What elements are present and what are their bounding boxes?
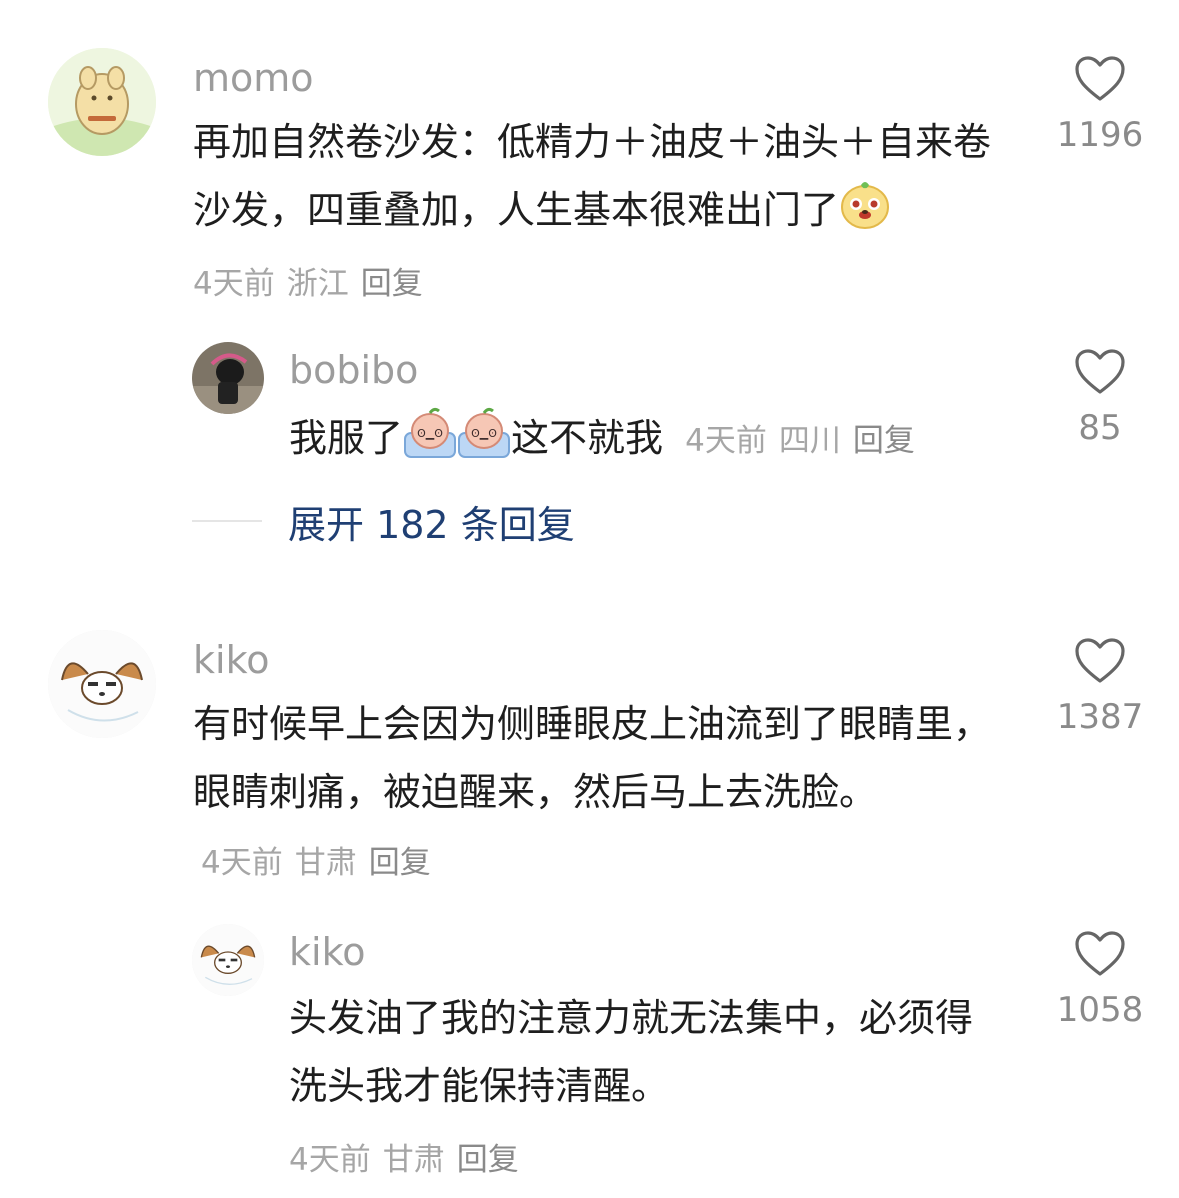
comment-body: 这不就我 [511,416,664,460]
timestamp: 4天前 [201,845,283,881]
comment-text: 头发油了我的注意力就无法集中，必须得洗头我才能保持清醒。 [289,984,1009,1120]
location: 甘肃 [382,1142,445,1178]
crying-peach-emoji: ʘ▁ʘ [403,407,457,480]
reply-button[interactable]: 回复 [361,266,423,302]
timestamp: 4天前 [289,1142,371,1178]
comment-body: 头发油了我的注意力就无法集中，必须得洗头我才能保持清醒。 [289,996,974,1108]
reply-button[interactable]: 回复 [457,1142,519,1178]
heart-icon [1075,56,1125,101]
avatar[interactable] [48,48,156,156]
like-count: 85 [1078,408,1122,448]
avatar-image [48,630,156,738]
reply-button[interactable]: 回复 [853,423,915,459]
username[interactable]: kiko [193,638,269,682]
reply-button[interactable]: 回复 [369,845,431,881]
location: 浙江 [286,266,349,302]
comment-text: 有时候早上会因为侧睡眼皮上油流到了眼睛里，眼睛刺痛，被迫醒来，然后马上去洗脸。 … [193,690,993,897]
avatar[interactable] [192,924,264,996]
comment-meta: 4天前 浙江 回复 [193,258,435,303]
svg-text:ʘ▁ʘ: ʘ▁ʘ [417,427,443,440]
like-count: 1387 [1056,697,1144,737]
heart-icon [1075,349,1125,394]
location: 四川 [778,423,841,459]
comment-text: 再加自然卷沙发：低精力＋油皮＋油头＋自来卷沙发，四重叠加，人生基本很难出门了 [193,108,1023,252]
username[interactable]: momo [193,56,314,100]
like-button[interactable]: 1387 [1050,637,1150,737]
expand-replies-label[interactable]: 展开 182 条回复 [288,494,575,549]
divider [192,520,262,522]
avatar[interactable] [48,630,156,738]
comment-meta: 4天前 甘肃 回复 [201,845,443,881]
timestamp: 4天前 [193,266,275,302]
heart-icon [1075,638,1125,683]
like-count: 1058 [1056,990,1144,1030]
username[interactable]: bobibo [289,348,418,392]
avatar-image [48,48,156,156]
avatar-image [192,924,264,996]
like-count: 1196 [1056,115,1144,155]
like-button[interactable]: 1058 [1050,930,1150,1030]
avatar[interactable] [192,342,264,414]
comment-body: 有时候早上会因为侧睡眼皮上油流到了眼睛里，眼睛刺痛，被迫醒来，然后马上去洗脸。 [193,702,992,814]
avatar-image [192,342,264,414]
expand-replies[interactable]: 展开 182 条回复 [192,495,575,547]
dog-face-emoji [839,179,891,252]
timestamp: 4天前 [685,423,767,459]
like-button[interactable]: 85 [1050,348,1150,448]
crying-peach-emoji: ʘ▁ʘ [457,407,511,480]
svg-text:ʘ▁ʘ: ʘ▁ʘ [471,427,497,440]
username[interactable]: kiko [289,930,365,974]
comment-meta: 4天前 甘肃 回复 [289,1134,531,1179]
location: 甘肃 [294,845,357,881]
like-button[interactable]: 1196 [1050,55,1150,155]
comment-meta: 4天前 四川 回复 [685,423,927,459]
comment-body: 我服了 [289,416,404,460]
comment-text: 我服了 ʘ▁ʘ ʘ▁ʘ 这不就我 4天前 四川 回复 [289,404,1009,480]
heart-icon [1075,931,1125,976]
